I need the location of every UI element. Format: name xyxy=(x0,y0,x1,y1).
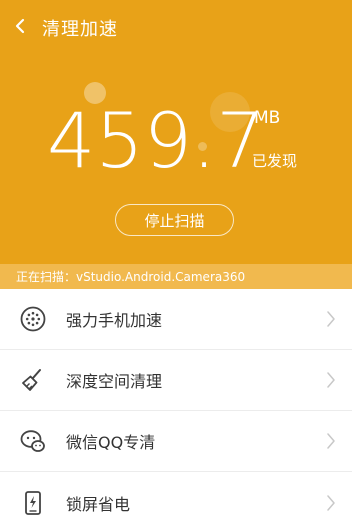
top-bar: 清理加速 xyxy=(0,0,352,56)
list-item-phone-boost[interactable]: 强力手机加速 xyxy=(0,289,352,350)
chevron-right-icon xyxy=(326,372,336,388)
back-button[interactable] xyxy=(0,0,40,56)
junk-size-value: 459.7 xyxy=(47,96,265,185)
list-item-wechat-qq-clean[interactable]: 微信QQ专清 xyxy=(0,411,352,472)
chat-icon xyxy=(19,427,47,455)
fan-icon xyxy=(19,305,47,333)
page-title: 清理加速 xyxy=(42,19,118,40)
feature-list: 强力手机加速 深度空间清理 微信QQ专清 锁屏省电 xyxy=(0,289,352,529)
list-item-label: 深度空间清理 xyxy=(66,372,163,391)
stop-scan-button[interactable]: 停止扫描 xyxy=(115,204,234,236)
scan-progress-text: 正在扫描：vStudio.Android.Camera360 xyxy=(0,264,352,289)
chevron-right-icon xyxy=(326,433,336,449)
list-item-label: 微信QQ专清 xyxy=(66,433,156,452)
chevron-right-icon xyxy=(326,311,336,327)
chevron-left-icon xyxy=(12,18,28,38)
list-item-lockscreen-power-save[interactable]: 锁屏省电 xyxy=(0,472,352,529)
broom-icon xyxy=(19,366,47,394)
junk-size-status: 已发现 xyxy=(252,152,298,170)
list-item-deep-clean[interactable]: 深度空间清理 xyxy=(0,350,352,411)
list-item-label: 强力手机加速 xyxy=(66,311,163,330)
junk-size-unit: MB xyxy=(254,108,281,128)
battery-lock-icon xyxy=(19,489,47,517)
chevron-right-icon xyxy=(326,494,336,511)
list-item-label: 锁屏省电 xyxy=(66,494,131,514)
app-screen: 清理加速 459.7 MB 已发现 停止扫描 正在扫描：vStudio.Andr… xyxy=(0,0,352,529)
scan-hero-panel: 清理加速 459.7 MB 已发现 停止扫描 正在扫描：vStudio.Andr… xyxy=(0,0,352,289)
